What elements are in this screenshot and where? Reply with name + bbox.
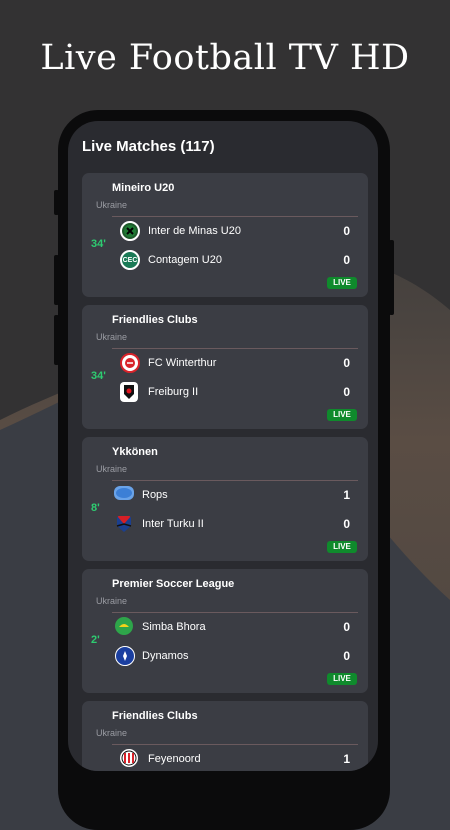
inter-turku-logo xyxy=(115,514,133,534)
winterthur-logo xyxy=(120,353,140,373)
away-team-name: Contagem U20 xyxy=(148,254,222,266)
away-team-name: Freiburg II xyxy=(148,386,199,398)
away-team-score: 0 xyxy=(343,253,350,267)
league-name: Friendlies Clubs xyxy=(112,314,198,326)
divider xyxy=(112,348,358,349)
away-team-name: Dynamos xyxy=(142,650,189,662)
simba-bhora-logo xyxy=(115,617,133,635)
feyenoord-logo xyxy=(120,749,138,767)
promo-headline: Live Football TV HD xyxy=(40,38,410,78)
home-team-name: Rops xyxy=(142,489,168,501)
country-label: Ukraine xyxy=(96,728,128,738)
country-label: Ukraine xyxy=(96,200,128,210)
league-name: Friendlies Clubs xyxy=(112,710,198,722)
away-team-score: 0 xyxy=(343,385,350,399)
home-team-score: 0 xyxy=(343,224,350,238)
contagem-logo: CEC xyxy=(120,250,140,270)
home-team-score: 1 xyxy=(343,752,350,766)
divider xyxy=(112,612,358,613)
dynamos-logo xyxy=(115,646,135,666)
divider xyxy=(112,216,358,217)
league-name: Premier Soccer League xyxy=(112,578,235,590)
live-badge: LIVE xyxy=(327,673,357,685)
live-badge: LIVE xyxy=(327,409,357,421)
freiburg-logo xyxy=(120,382,138,402)
phone-side-button-low xyxy=(54,315,59,365)
page-title: Live Matches (117) xyxy=(82,138,215,155)
rops-logo xyxy=(114,486,134,500)
country-label: Ukraine xyxy=(96,596,128,606)
home-team-score: 1 xyxy=(343,488,350,502)
match-minute: 34' xyxy=(91,238,106,250)
divider xyxy=(112,744,358,745)
phone-power-button xyxy=(389,240,394,315)
country-label: Ukraine xyxy=(96,332,128,342)
match-card[interactable]: Friendlies Clubs Ukraine Feyenoord 1 xyxy=(82,701,368,771)
away-team-score: 0 xyxy=(343,517,350,531)
away-team-name: Inter Turku II xyxy=(142,518,204,530)
divider xyxy=(112,480,358,481)
country-label: Ukraine xyxy=(96,464,128,474)
home-team-name: Inter de Minas U20 xyxy=(148,225,241,237)
home-team-name: Feyenoord xyxy=(148,753,201,765)
match-card[interactable]: Friendlies Clubs Ukraine 34' FC Winterth… xyxy=(82,305,368,429)
home-team-name: Simba Bhora xyxy=(142,621,206,633)
league-name: Ykkönen xyxy=(112,446,158,458)
home-team-name: FC Winterthur xyxy=(148,357,217,369)
league-name: Mineiro U20 xyxy=(112,182,175,194)
match-card[interactable]: Mineiro U20 Ukraine 34' Inter de Minas U… xyxy=(82,173,368,297)
phone-side-button-top xyxy=(54,190,59,215)
match-minute: 34' xyxy=(91,370,106,382)
phone-side-button-mid xyxy=(54,255,59,305)
home-team-score: 0 xyxy=(343,620,350,634)
match-minute: 8' xyxy=(91,502,100,514)
match-card[interactable]: Ykkönen Ukraine 8' Rops 1 Inter Turku II… xyxy=(82,437,368,561)
home-team-score: 0 xyxy=(343,356,350,370)
inter-de-minas-logo xyxy=(120,221,140,241)
live-badge: LIVE xyxy=(327,277,357,289)
away-team-score: 0 xyxy=(343,649,350,663)
live-badge: LIVE xyxy=(327,541,357,553)
match-minute: 2' xyxy=(91,634,100,646)
match-card[interactable]: Premier Soccer League Ukraine 2' Simba B… xyxy=(82,569,368,693)
app-screen: Live Matches (117) Mineiro U20 Ukraine 3… xyxy=(68,121,378,771)
